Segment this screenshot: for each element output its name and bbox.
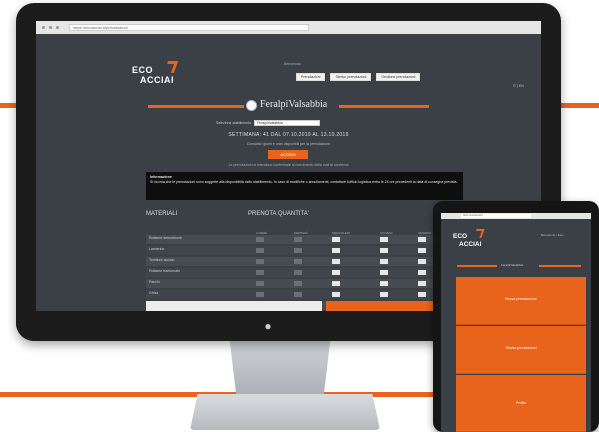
tablet-logo-word-2: ACCIAI (459, 241, 482, 248)
week-note: Consulta i giorni e orari disponibili pe… (246, 142, 331, 146)
day-checkbox[interactable] (332, 269, 340, 275)
monitor-stand-foot (190, 394, 380, 430)
logo-mark-icon (163, 61, 179, 73)
welcome-text: Benvenuto (284, 62, 301, 66)
material-label: Torniture acciaio (149, 258, 175, 262)
tablet-card-new-booking[interactable]: Nuova prenotazione (456, 277, 586, 325)
day-checkbox[interactable] (418, 269, 426, 275)
material-label: Pacchi (149, 280, 160, 284)
day-checkbox[interactable] (380, 269, 388, 275)
tablet-card-label: Profilo (516, 401, 526, 405)
language-switch[interactable]: IT | EN (513, 84, 524, 88)
monitor-stand-neck (229, 340, 331, 400)
day-checkbox[interactable] (332, 236, 340, 242)
plant-select[interactable]: FeralpiValsabbia (254, 120, 321, 126)
tablet-card-label: Storico prenotazioni (505, 346, 537, 350)
ecoacciai-logo[interactable]: ECO ACCIAI (132, 61, 192, 91)
tablet-browser-bar: https://ecoacciai.it (441, 213, 591, 219)
day-checkbox[interactable] (332, 247, 340, 253)
header-buttons: Prenotazioni Storico prenotazioni Gestio… (296, 73, 421, 81)
day-checkbox[interactable] (332, 258, 340, 264)
day-checkbox[interactable] (332, 280, 340, 286)
day-checkbox[interactable] (256, 291, 264, 297)
gestione-button[interactable]: Gestione prenotazioni (376, 73, 421, 81)
brand-banner: FeralpiValsabbia (36, 99, 541, 112)
tablet-brand-banner: FeralpiValsabbia (457, 263, 581, 269)
week-title: SETTIMANA: 41 DAL 07.10.2019 AL 13.10.20… (228, 132, 349, 138)
notice-body: Si ricorda che le prenotazioni sono sogg… (150, 180, 458, 184)
plant-selector: Seleziona stabilimento FeralpiValsabbia (216, 120, 321, 126)
day-checkbox[interactable] (256, 247, 264, 253)
week-footer: Le prenotazioni si intendono confermate … (228, 163, 349, 167)
day-checkbox[interactable] (418, 291, 426, 297)
brand-emblem-icon (246, 100, 257, 111)
day-checkbox[interactable] (380, 247, 388, 253)
day-checkbox[interactable] (380, 291, 388, 297)
day-checkbox[interactable] (294, 291, 302, 297)
notes-field[interactable] (146, 301, 322, 311)
day-checkbox[interactable] (294, 280, 302, 286)
notice-box: Informazione Si ricorda che le prenotazi… (146, 172, 463, 200)
browser-bar: https://ecoacciai.it/prenotazioni (36, 21, 541, 34)
storico-button[interactable]: Storico prenotazioni (330, 73, 372, 81)
material-label: Rottame demolizione (149, 236, 182, 240)
day-checkbox[interactable] (256, 269, 264, 275)
day-checkbox[interactable] (418, 258, 426, 264)
tablet-logo-word-1: ECO (453, 233, 468, 240)
day-checkbox[interactable] (256, 258, 264, 264)
day-checkbox[interactable] (380, 236, 388, 242)
day-checkbox[interactable] (294, 258, 302, 264)
material-label: Rottame frantumato (149, 269, 180, 273)
day-checkbox[interactable] (332, 291, 340, 297)
brand-line-left (148, 105, 244, 108)
logo-word-1: ECO (132, 65, 154, 75)
tablet-logo[interactable]: ECO ACCIAI (453, 229, 493, 253)
quantity-header: PRENOTA QUANTITA' (248, 211, 309, 217)
materials-header: MATERIALI (146, 211, 178, 217)
tablet-brand-line-left (457, 265, 497, 267)
day-checkbox[interactable] (294, 247, 302, 253)
day-checkbox[interactable] (418, 247, 426, 253)
tablet-card-history[interactable]: Storico prenotazioni (456, 326, 586, 374)
window-dot[interactable] (49, 26, 52, 29)
prenotazioni-button[interactable]: Prenotazioni (296, 73, 326, 81)
tablet-brand-line-right (539, 265, 581, 267)
tablet-address-bar[interactable]: https://ecoacciai.it (461, 214, 531, 218)
window-dot[interactable] (56, 26, 59, 29)
tablet-brand-name: FeralpiValsabbia (501, 263, 524, 267)
apple-icon: ● (264, 319, 272, 333)
day-checkbox[interactable] (294, 236, 302, 242)
logo-word-2: ACCIAI (140, 75, 174, 85)
tablet-device: https://ecoacciai.it ECO ACCIAI Benvenut… (433, 201, 599, 432)
tablet-welcome[interactable]: Benvenuto | Esci (541, 233, 563, 237)
day-checkbox[interactable] (418, 236, 426, 242)
address-bar[interactable]: https://ecoacciai.it/prenotazioni (69, 24, 309, 31)
tablet-card-label: Nuova prenotazione (505, 297, 537, 301)
day-checkbox[interactable] (380, 280, 388, 286)
day-checkbox[interactable] (380, 258, 388, 264)
stage: https://ecoacciai.it/prenotazioni ECO AC… (0, 0, 599, 432)
access-button[interactable]: ACCEDI (268, 150, 308, 159)
day-checkbox[interactable] (256, 236, 264, 242)
material-label: Lamierino (149, 247, 165, 251)
day-checkbox[interactable] (294, 269, 302, 275)
brand-name: FeralpiValsabbia (260, 99, 328, 110)
brand-line-right (339, 105, 429, 108)
tablet-card-profile[interactable]: Profilo (456, 375, 586, 432)
material-label: Ghisa (149, 291, 159, 295)
window-dot[interactable] (42, 26, 45, 29)
plant-selector-label: Seleziona stabilimento (216, 121, 252, 125)
tablet-screen: https://ecoacciai.it ECO ACCIAI Benvenut… (441, 213, 591, 432)
day-checkbox[interactable] (418, 280, 426, 286)
day-checkbox[interactable] (256, 280, 264, 286)
tablet-logo-mark-icon (473, 229, 485, 238)
